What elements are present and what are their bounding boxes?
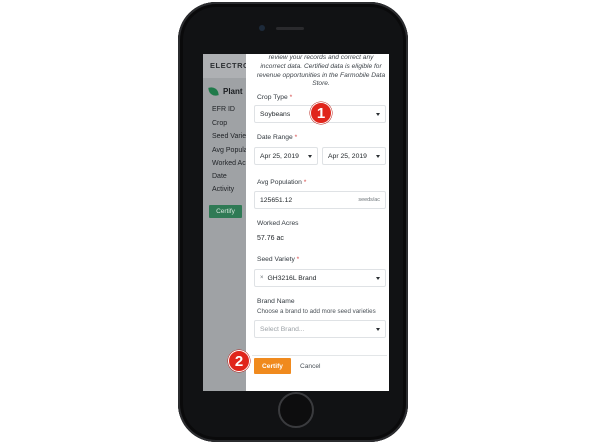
brand-name-helper: Choose a brand to add more seed varietie… — [257, 308, 376, 315]
note-line: Store. — [312, 80, 330, 88]
background-certify-button[interactable]: Certify — [209, 205, 242, 218]
crop-type-value: Soybeans — [260, 110, 291, 118]
date-range-end-value: Apr 25, 2019 — [328, 152, 367, 160]
plant-section-title: Plant — [208, 85, 243, 97]
worked-acres-value: 57.76 ac — [257, 235, 284, 242]
date-range-end-select[interactable]: Apr 25, 2019 — [322, 147, 386, 165]
required-asterisk: * — [294, 134, 298, 141]
field-label-date: Date — [212, 173, 227, 180]
leaf-icon — [208, 85, 219, 97]
field-label-seed-variety: Seed Variet — [212, 133, 249, 140]
avg-population-input[interactable]: 125651.12 seeds/ac — [254, 191, 386, 209]
date-range-start-select[interactable]: Apr 25, 2019 — [254, 147, 318, 165]
note-line: incorrect data. Certified data is eligib… — [260, 62, 382, 70]
home-button[interactable] — [278, 392, 314, 428]
seed-variety-select[interactable]: × GH3216L Brand — [254, 269, 386, 287]
brand-select[interactable]: Select Brand... — [254, 320, 386, 338]
field-label-crop: Crop — [212, 120, 228, 127]
plant-label: Plant — [223, 86, 243, 96]
cancel-button[interactable]: Cancel — [300, 363, 321, 370]
seed-variety-label: Seed Variety * — [257, 256, 300, 263]
footer-divider — [252, 355, 387, 356]
brand-placeholder: Select Brand... — [260, 325, 305, 333]
earpiece-speaker — [276, 27, 304, 30]
crop-type-label: Crop Type * — [257, 94, 293, 101]
certification-note: review your records and correct any inco… — [256, 54, 386, 89]
step-marker-2: 2 — [228, 350, 250, 372]
date-range-start-value: Apr 25, 2019 — [260, 152, 299, 160]
chevron-down-icon — [308, 155, 312, 158]
field-label-activity: Activity — [212, 186, 235, 193]
field-label-efr-id: EFR ID — [212, 106, 235, 113]
field-label-avg-population: Avg Populat — [212, 147, 250, 154]
front-camera — [259, 25, 265, 31]
population-unit: seeds/ac — [358, 197, 380, 203]
note-line: revenue opportunities in the Farmobile D… — [256, 71, 386, 79]
phone-screen: ELECTRON Plant EFR ID Crop Seed Variet A… — [203, 54, 389, 391]
avg-population-value: 125651.12 — [260, 196, 293, 204]
seed-variety-tag: × GH3216L Brand — [260, 275, 316, 282]
avg-population-label: Avg Population * — [257, 179, 307, 186]
worked-acres-label: Worked Acres — [257, 220, 299, 227]
note-line: review your records and correct any — [268, 54, 374, 61]
required-asterisk: * — [303, 179, 307, 186]
date-range-label: Date Range * — [257, 134, 298, 141]
required-asterisk: * — [296, 256, 300, 263]
certify-button[interactable]: Certify — [254, 358, 291, 374]
chevron-down-icon — [376, 328, 380, 331]
seed-variety-tag-label: GH3216L Brand — [267, 274, 317, 282]
brand-name-label: Brand Name — [257, 298, 295, 305]
required-asterisk: * — [289, 94, 293, 101]
field-label-worked-acres: Worked Acr — [212, 160, 249, 167]
remove-tag-icon[interactable]: × — [260, 275, 264, 281]
chevron-down-icon — [376, 277, 380, 280]
chevron-down-icon — [376, 113, 380, 116]
chevron-down-icon — [376, 155, 380, 158]
step-marker-1: 1 — [310, 102, 332, 124]
